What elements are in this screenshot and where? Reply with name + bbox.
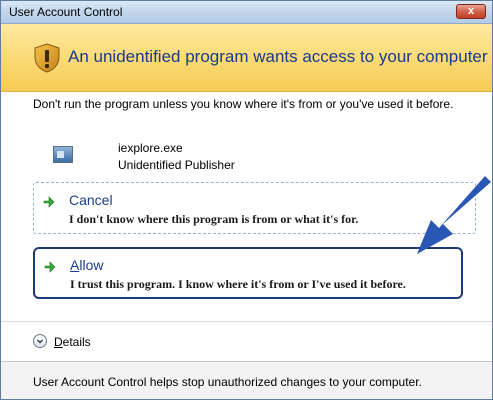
banner-heading: An unidentified program wants access to … [68, 47, 488, 66]
program-publisher: Unidentified Publisher [118, 158, 235, 172]
details-button[interactable]: Details [54, 335, 91, 349]
uac-dialog: User Account Control x An unidentified p… [0, 0, 493, 400]
allow-description: I trust this program. I know where it's … [70, 277, 406, 291]
footer: User Account Control helps stop unauthor… [1, 361, 492, 399]
allow-title: Allow [70, 257, 103, 273]
title-bar: User Account Control x [1, 1, 492, 24]
footer-text: User Account Control helps stop unauthor… [33, 375, 422, 389]
warning-text: Don't run the program unless you know wh… [33, 97, 454, 111]
warning-banner: An unidentified program wants access to … [1, 24, 492, 92]
cancel-description: I don't know where this program is from … [69, 212, 359, 226]
uac-shield-warning-icon [34, 43, 60, 73]
details-label-rest: etails [62, 335, 91, 349]
allow-access-key: A [70, 257, 80, 273]
close-icon: x [467, 5, 475, 17]
close-button[interactable]: x [456, 4, 486, 19]
chevron-down-icon[interactable] [33, 334, 47, 348]
program-icon-detail [57, 151, 64, 158]
green-arrow-icon [44, 261, 56, 273]
program-name: iexplore.exe [118, 141, 183, 155]
window-title: User Account Control [9, 5, 123, 19]
pointer-arrow-icon [417, 176, 491, 254]
cancel-title: Cancel [69, 192, 113, 208]
details-access-key: D [54, 335, 63, 349]
green-arrow-icon [43, 196, 55, 208]
program-window-icon [53, 146, 73, 163]
details-row: Details [1, 321, 492, 362]
chevron-down-glyph [37, 339, 43, 344]
allow-option-button[interactable]: Allow I trust this program. I know where… [33, 247, 463, 299]
allow-title-rest: llow [79, 257, 104, 273]
